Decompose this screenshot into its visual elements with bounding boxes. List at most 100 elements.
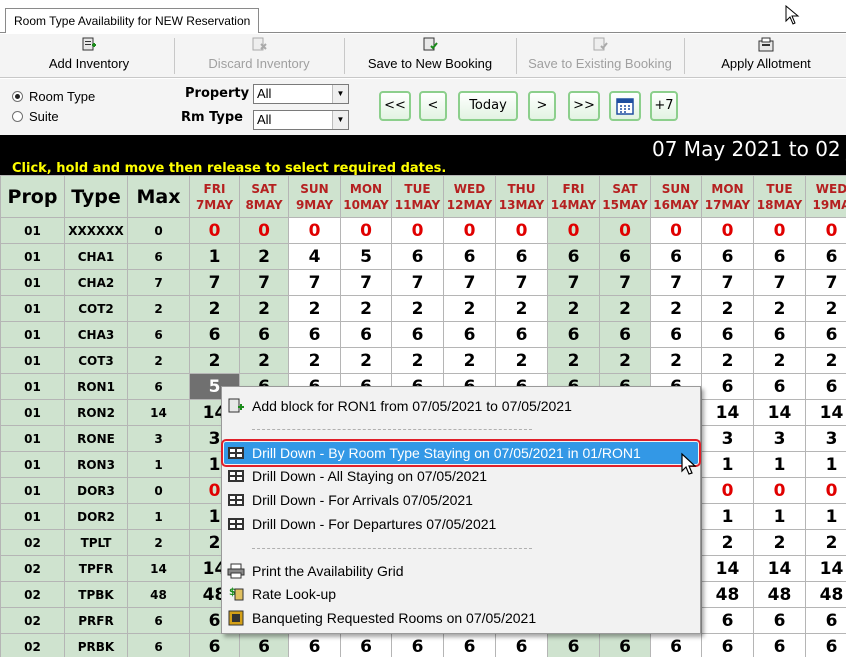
availability-cell[interactable]: 6 bbox=[444, 634, 496, 657]
menu-item-drill-all-staying[interactable]: Drill Down - All Staying on 07/05/2021 bbox=[224, 465, 698, 487]
availability-cell[interactable]: 6 bbox=[651, 322, 702, 348]
menu-item-banqueting[interactable]: Banqueting Requested Rooms on 07/05/2021 bbox=[224, 607, 698, 629]
availability-cell[interactable]: 6 bbox=[651, 244, 702, 270]
availability-cell[interactable]: 2 bbox=[548, 296, 600, 322]
save-existing-booking-button[interactable]: Save to Existing Booking bbox=[518, 34, 682, 78]
availability-cell[interactable]: 2 bbox=[289, 296, 341, 322]
availability-cell[interactable]: 6 bbox=[392, 634, 444, 657]
availability-cell[interactable]: 2 bbox=[806, 530, 846, 556]
availability-cell[interactable]: 6 bbox=[341, 322, 392, 348]
availability-cell[interactable]: 6 bbox=[240, 634, 289, 657]
availability-cell[interactable]: 2 bbox=[240, 244, 289, 270]
availability-cell[interactable]: 7 bbox=[392, 270, 444, 296]
availability-cell[interactable]: 6 bbox=[548, 634, 600, 657]
previous-button[interactable]: < bbox=[419, 91, 447, 121]
availability-cell[interactable]: 0 bbox=[444, 218, 496, 244]
availability-cell[interactable]: 2 bbox=[651, 348, 702, 374]
save-new-booking-button[interactable]: Save to New Booking bbox=[346, 34, 514, 78]
calendar-button[interactable] bbox=[609, 91, 641, 121]
availability-cell[interactable]: 48 bbox=[806, 582, 846, 608]
availability-cell[interactable]: 0 bbox=[754, 218, 806, 244]
menu-item-drill-departures[interactable]: Drill Down - For Departures 07/05/2021 bbox=[224, 513, 698, 535]
availability-cell[interactable]: 14 bbox=[806, 556, 846, 582]
availability-cell[interactable]: 6 bbox=[702, 322, 754, 348]
availability-cell[interactable]: 6 bbox=[600, 322, 651, 348]
availability-cell[interactable]: 6 bbox=[702, 634, 754, 657]
property-select[interactable]: All ▼ bbox=[253, 84, 349, 104]
availability-cell[interactable]: 1 bbox=[702, 452, 754, 478]
availability-cell[interactable]: 2 bbox=[806, 348, 846, 374]
room-type-radio[interactable]: Room Type bbox=[12, 89, 95, 104]
availability-cell[interactable]: 0 bbox=[496, 218, 548, 244]
rm-type-select[interactable]: All ▼ bbox=[253, 110, 349, 130]
availability-cell[interactable]: 7 bbox=[496, 270, 548, 296]
availability-cell[interactable]: 14 bbox=[702, 556, 754, 582]
availability-cell[interactable]: 48 bbox=[702, 582, 754, 608]
availability-cell[interactable]: 2 bbox=[754, 348, 806, 374]
availability-cell[interactable]: 2 bbox=[496, 296, 548, 322]
availability-cell[interactable]: 6 bbox=[754, 374, 806, 400]
availability-cell[interactable]: 6 bbox=[702, 608, 754, 634]
menu-item-print-grid[interactable]: Print the Availability Grid bbox=[224, 560, 698, 582]
availability-cell[interactable]: 6 bbox=[754, 608, 806, 634]
availability-cell[interactable]: 2 bbox=[702, 348, 754, 374]
availability-cell[interactable]: 0 bbox=[600, 218, 651, 244]
availability-cell[interactable]: 48 bbox=[754, 582, 806, 608]
menu-item-drill-room-type[interactable]: Drill Down - By Room Type Staying on 07/… bbox=[224, 442, 698, 464]
availability-cell[interactable]: 6 bbox=[702, 374, 754, 400]
availability-cell[interactable]: 2 bbox=[240, 296, 289, 322]
availability-cell[interactable]: 6 bbox=[806, 634, 846, 657]
availability-cell[interactable]: 7 bbox=[341, 270, 392, 296]
availability-cell[interactable]: 7 bbox=[702, 270, 754, 296]
availability-cell[interactable]: 6 bbox=[289, 634, 341, 657]
availability-cell[interactable]: 6 bbox=[651, 634, 702, 657]
availability-cell[interactable]: 3 bbox=[806, 426, 846, 452]
availability-cell[interactable]: 2 bbox=[392, 296, 444, 322]
availability-cell[interactable]: 2 bbox=[289, 348, 341, 374]
availability-cell[interactable]: 7 bbox=[444, 270, 496, 296]
last-page-button[interactable]: >> bbox=[568, 91, 600, 121]
availability-cell[interactable]: 0 bbox=[806, 478, 846, 504]
first-page-button[interactable]: << bbox=[379, 91, 411, 121]
availability-cell[interactable]: 2 bbox=[754, 530, 806, 556]
availability-cell[interactable]: 1 bbox=[702, 504, 754, 530]
availability-cell[interactable]: 6 bbox=[600, 244, 651, 270]
availability-cell[interactable]: 2 bbox=[702, 296, 754, 322]
availability-cell[interactable]: 6 bbox=[240, 322, 289, 348]
availability-cell[interactable]: 6 bbox=[392, 322, 444, 348]
availability-cell[interactable]: 6 bbox=[190, 634, 240, 657]
availability-cell[interactable]: 2 bbox=[190, 296, 240, 322]
availability-cell[interactable]: 6 bbox=[548, 244, 600, 270]
today-button[interactable]: Today bbox=[458, 91, 518, 121]
availability-cell[interactable]: 14 bbox=[754, 400, 806, 426]
discard-inventory-button[interactable]: Discard Inventory bbox=[176, 34, 342, 78]
availability-cell[interactable]: 2 bbox=[190, 348, 240, 374]
availability-cell[interactable]: 7 bbox=[600, 270, 651, 296]
availability-cell[interactable]: 6 bbox=[341, 634, 392, 657]
availability-cell[interactable]: 2 bbox=[240, 348, 289, 374]
availability-cell[interactable]: 6 bbox=[806, 244, 846, 270]
availability-cell[interactable]: 6 bbox=[806, 374, 846, 400]
availability-cell[interactable]: 7 bbox=[240, 270, 289, 296]
availability-cell[interactable]: 2 bbox=[444, 296, 496, 322]
availability-cell[interactable]: 0 bbox=[702, 218, 754, 244]
availability-cell[interactable]: 2 bbox=[806, 296, 846, 322]
availability-cell[interactable]: 0 bbox=[190, 218, 240, 244]
availability-cell[interactable]: 3 bbox=[702, 426, 754, 452]
availability-cell[interactable]: 0 bbox=[806, 218, 846, 244]
availability-cell[interactable]: 1 bbox=[806, 504, 846, 530]
apply-allotment-button[interactable]: Apply Allotment bbox=[686, 34, 846, 78]
availability-cell[interactable]: 14 bbox=[806, 400, 846, 426]
availability-cell[interactable]: 6 bbox=[496, 634, 548, 657]
availability-cell[interactable]: 2 bbox=[702, 530, 754, 556]
menu-item-rate-lookup[interactable]: $ Rate Look-up bbox=[224, 583, 698, 605]
availability-cell[interactable]: 6 bbox=[600, 634, 651, 657]
availability-cell[interactable]: 2 bbox=[600, 296, 651, 322]
availability-cell[interactable]: 0 bbox=[754, 478, 806, 504]
availability-cell[interactable]: 6 bbox=[754, 322, 806, 348]
availability-cell[interactable]: 2 bbox=[341, 296, 392, 322]
availability-cell[interactable]: 1 bbox=[806, 452, 846, 478]
availability-cell[interactable]: 1 bbox=[754, 452, 806, 478]
availability-cell[interactable]: 6 bbox=[548, 322, 600, 348]
availability-cell[interactable]: 3 bbox=[754, 426, 806, 452]
